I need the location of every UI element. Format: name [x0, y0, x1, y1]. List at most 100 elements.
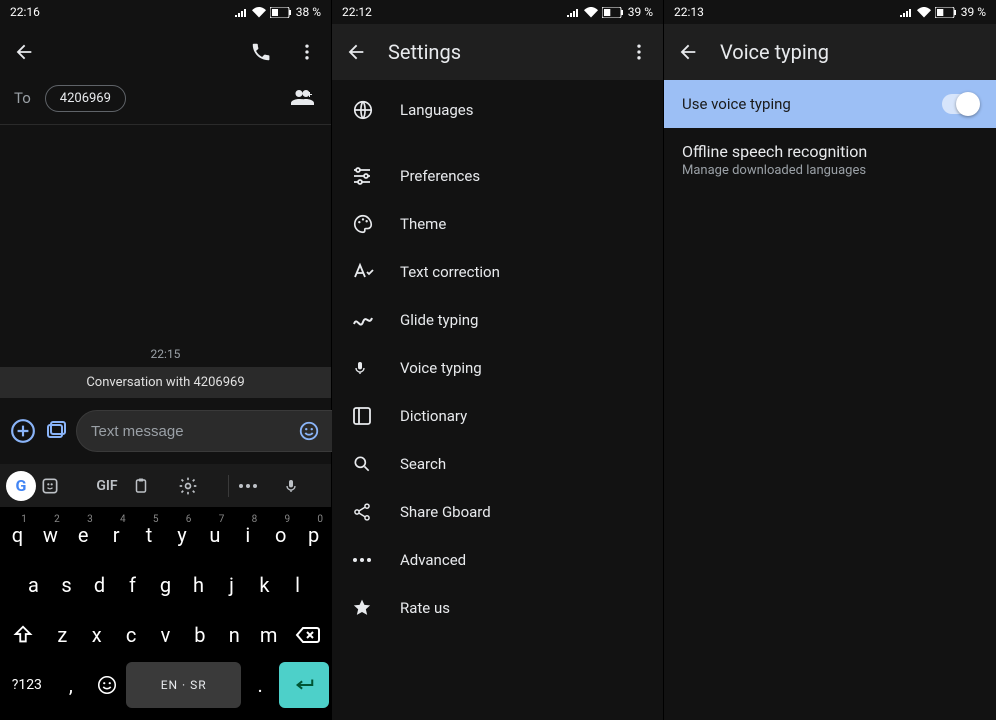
- share-icon: [352, 502, 376, 522]
- compose-bar: [0, 398, 331, 464]
- globe-icon: [352, 99, 376, 121]
- enter-key[interactable]: [279, 662, 329, 708]
- key-u[interactable]: 7u: [199, 512, 230, 558]
- key-k[interactable]: k: [249, 562, 280, 608]
- status-bar: 22:13 39 %: [664, 0, 996, 24]
- status-bar: 22:12 39 %: [332, 0, 663, 24]
- symbols-key[interactable]: ?123: [2, 662, 52, 708]
- more-icon[interactable]: [293, 38, 321, 66]
- gallery-icon[interactable]: [44, 414, 68, 448]
- key-h[interactable]: h: [183, 562, 214, 608]
- settings-item-preferences[interactable]: Preferences: [332, 152, 663, 200]
- key-e[interactable]: 3e: [68, 512, 99, 558]
- book-icon: [352, 406, 376, 426]
- more-icon[interactable]: [625, 38, 653, 66]
- mic-icon: [352, 357, 376, 379]
- keyboard-suggestion-bar: G GIF: [0, 464, 331, 508]
- settings-item-text-correction[interactable]: Text correction: [332, 248, 663, 296]
- settings-item-search[interactable]: Search: [332, 440, 663, 488]
- shift-key[interactable]: [2, 612, 44, 658]
- key-x[interactable]: x: [81, 612, 113, 658]
- status-right: 39 %: [566, 5, 653, 19]
- to-label: To: [14, 89, 31, 107]
- key-d[interactable]: d: [84, 562, 115, 608]
- key-row-1: 1q 2w 3e 4r 5t 6y 7u 8i 9o 0p: [2, 512, 329, 558]
- page-title: Voice typing: [720, 40, 986, 64]
- offline-subtitle: Manage downloaded languages: [682, 163, 978, 178]
- status-battery: 38 %: [296, 5, 321, 19]
- message-input[interactable]: [91, 423, 290, 440]
- phone-icon[interactable]: [247, 38, 275, 66]
- key-row-2: a s d f g h j k l: [2, 562, 329, 608]
- more-horizontal-icon[interactable]: [237, 482, 279, 490]
- glide-icon: [352, 312, 376, 328]
- sliders-icon: [352, 167, 376, 185]
- offline-speech-row[interactable]: Offline speech recognition Manage downlo…: [664, 128, 996, 192]
- back-icon[interactable]: [342, 38, 370, 66]
- key-p[interactable]: 0p: [298, 512, 329, 558]
- settings-pane: 22:12 39 % Settings Languages: [332, 0, 664, 720]
- key-g[interactable]: g: [150, 562, 181, 608]
- signal-icon: [234, 7, 248, 17]
- emoji-icon[interactable]: [298, 420, 320, 442]
- settings-gear-icon[interactable]: [178, 476, 220, 496]
- text-correction-icon: [352, 262, 376, 282]
- key-v[interactable]: v: [149, 612, 181, 658]
- status-right: 39 %: [899, 5, 986, 19]
- key-c[interactable]: c: [115, 612, 147, 658]
- settings-item-rate-us[interactable]: Rate us: [332, 584, 663, 632]
- voice-typing-toggle[interactable]: [942, 94, 978, 114]
- key-row-3: z x c v b n m: [2, 612, 329, 658]
- battery-icon: [935, 7, 957, 18]
- sticker-icon[interactable]: [40, 476, 82, 496]
- key-f[interactable]: f: [117, 562, 148, 608]
- key-row-4: ?123 , EN · SR .: [2, 662, 329, 708]
- attach-add-icon[interactable]: [10, 414, 36, 448]
- gif-button[interactable]: GIF: [86, 478, 128, 494]
- space-key[interactable]: EN · SR: [126, 662, 241, 708]
- recipient-chip[interactable]: 4206969: [45, 85, 126, 112]
- key-b[interactable]: b: [184, 612, 216, 658]
- mic-icon[interactable]: [283, 475, 325, 497]
- conversation-banner: Conversation with 4206969: [0, 367, 331, 398]
- star-icon: [352, 598, 376, 618]
- settings-item-languages[interactable]: Languages: [332, 86, 663, 134]
- status-right: 38 %: [234, 5, 321, 19]
- key-i[interactable]: 8i: [232, 512, 263, 558]
- wifi-icon: [252, 7, 266, 18]
- key-n[interactable]: n: [218, 612, 250, 658]
- comma-key[interactable]: ,: [54, 662, 88, 708]
- emoji-key[interactable]: [90, 662, 124, 708]
- key-l[interactable]: l: [282, 562, 313, 608]
- key-z[interactable]: z: [46, 612, 78, 658]
- settings-item-voice-typing[interactable]: Voice typing: [332, 344, 663, 392]
- settings-item-dictionary[interactable]: Dictionary: [332, 392, 663, 440]
- messages-appbar: [0, 24, 331, 80]
- settings-item-glide-typing[interactable]: Glide typing: [332, 296, 663, 344]
- key-o[interactable]: 9o: [265, 512, 296, 558]
- backspace-key[interactable]: [287, 612, 329, 658]
- key-s[interactable]: s: [51, 562, 82, 608]
- settings-item-advanced[interactable]: Advanced: [332, 536, 663, 584]
- key-j[interactable]: j: [216, 562, 247, 608]
- key-m[interactable]: m: [252, 612, 284, 658]
- settings-item-share[interactable]: Share Gboard: [332, 488, 663, 536]
- google-icon[interactable]: G: [6, 471, 36, 501]
- key-q[interactable]: 1q: [2, 512, 33, 558]
- back-icon[interactable]: [10, 38, 38, 66]
- battery-icon: [270, 7, 292, 18]
- add-people-icon[interactable]: [289, 84, 317, 112]
- key-w[interactable]: 2w: [35, 512, 66, 558]
- dots-icon: [352, 557, 376, 563]
- period-key[interactable]: .: [243, 662, 277, 708]
- back-icon[interactable]: [674, 38, 702, 66]
- key-a[interactable]: a: [18, 562, 49, 608]
- status-bar: 22:16 38 %: [0, 0, 331, 24]
- use-voice-typing-row[interactable]: Use voice typing: [664, 80, 996, 128]
- settings-item-theme[interactable]: Theme: [332, 200, 663, 248]
- key-y[interactable]: 6y: [167, 512, 198, 558]
- clipboard-icon[interactable]: [132, 476, 174, 496]
- conversation-body: 22:15 Conversation with 4206969: [0, 125, 331, 398]
- key-t[interactable]: 5t: [134, 512, 165, 558]
- key-r[interactable]: 4r: [101, 512, 132, 558]
